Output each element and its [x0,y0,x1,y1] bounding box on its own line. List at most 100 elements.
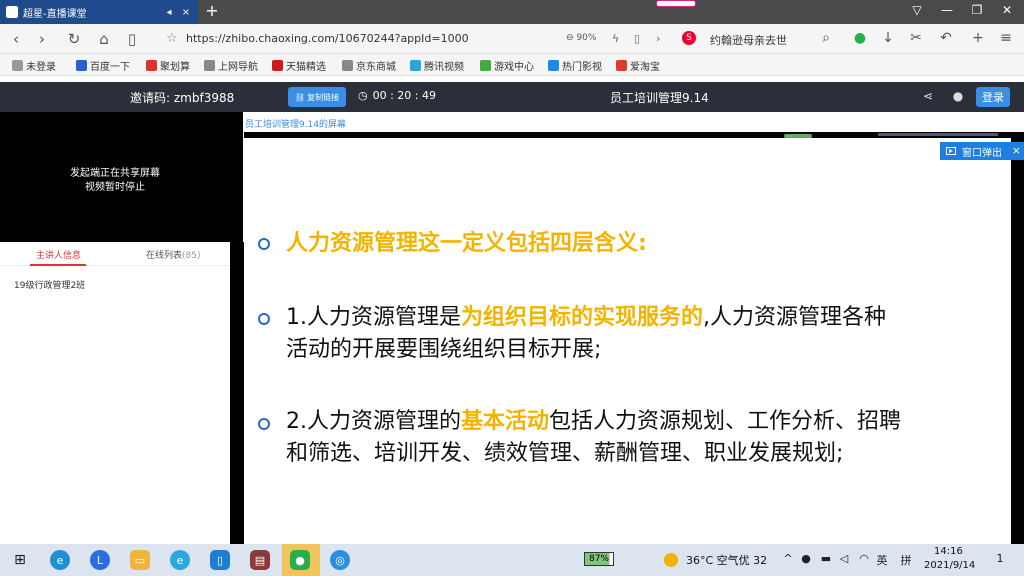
bookmark-item[interactable]: 上网导航 [204,58,258,73]
bullet-icon [258,418,270,430]
bookmark-icon [12,60,23,71]
mute-icon[interactable]: ◂ [163,7,175,18]
search-engine-icon[interactable]: S [682,31,696,45]
zoom-level[interactable]: ⊖ 90% [566,33,596,43]
bookmark-item[interactable]: 聚划算 [146,58,190,73]
slide-line: 人力资源管理这一定义包括四层含义: [286,228,647,260]
login-button[interactable]: 登录 [976,87,1010,107]
slide-text: 2.人力资源管理的 [286,409,461,434]
volume-icon[interactable]: ◁ [836,552,852,565]
video-status-line2: 视频暂时停止 [85,182,145,193]
bookmark-item[interactable]: 百度一下 [76,58,130,73]
drag-handle[interactable] [656,0,696,7]
add-icon[interactable]: + [968,30,988,46]
clock-time[interactable]: 14:16 [934,546,963,557]
ie-icon[interactable]: e [170,550,190,570]
search-icon[interactable]: ⌕ [816,30,836,46]
notification-icon[interactable]: 1 [992,552,1008,566]
slide-decoration [784,134,812,138]
weather-text[interactable]: 36°C 空气优 32 [686,552,767,568]
link-icon: ⛓ [294,92,306,102]
language-indicator[interactable]: 英 [874,552,890,568]
bookmark-item[interactable]: 未登录 [12,58,56,73]
bookmark-item[interactable]: 热门影视 [548,58,602,73]
winrar-icon[interactable]: ▤ [250,550,270,570]
scissors-icon[interactable]: ✂ [906,30,926,46]
close-tab-icon[interactable]: × [180,7,192,18]
copy-link-label: 复制链接 [307,92,340,102]
file-explorer-icon[interactable]: ▭ [130,550,150,570]
bookmark-item[interactable]: 京东商城 [342,58,396,73]
close-icon[interactable]: × [1012,144,1021,157]
clock-date[interactable]: 2021/9/14 [924,560,975,571]
bookmark-icon [342,60,353,71]
bookmark-icon [204,60,215,71]
bookmark-label: 百度一下 [90,62,130,73]
wifi-icon[interactable]: ◠ [856,552,872,565]
tab-host-info[interactable]: 主讲人信息 [36,248,81,261]
highlight-text: 人力资源管理这一定义包括四层含义: [286,231,647,256]
shirt-skin-icon[interactable]: ▽ [904,3,930,17]
minimize-icon[interactable]: — [934,3,960,17]
close-window-icon[interactable]: ✕ [994,3,1020,17]
bookmark-item[interactable]: 爱淘宝 [616,58,660,73]
qq-icon[interactable]: ● [798,552,814,565]
url-field[interactable]: https://zhibo.chaoxing.com/10670244?appI… [186,32,469,45]
video-area: 发起端正在共享屏幕 视频暂时停止 [0,112,243,242]
forward-icon[interactable]: › [32,30,52,48]
bookmark-icon [480,60,491,71]
search-input[interactable]: 约翰逊母亲去世 [710,32,787,48]
timer-value: 00 : 20 : 49 [372,89,436,102]
split-icon[interactable]: ▯ [634,32,640,45]
wechat-icon[interactable]: ● [850,30,870,46]
bookmark-label: 游戏中心 [494,62,534,73]
windows-start-icon[interactable]: ⊞ [10,550,30,570]
restore-icon[interactable]: ❐ [964,3,990,17]
bookmark-label: 天猫精选 [286,62,326,73]
reload-icon[interactable]: ↻ [64,30,84,48]
highlight-text: 为组织目标的实现服务的 [461,305,704,330]
chevron-right-icon[interactable]: › [656,32,660,45]
chevron-up-icon[interactable]: ^ [780,552,796,565]
bookmarks-bar: 未登录 百度一下 聚划算 上网导航 天猫精选 京东商城 腾讯视频 游戏中心 热门… [0,54,1024,76]
tablet-app-icon[interactable]: ▯ [210,550,230,570]
bookmark-item[interactable]: 腾讯视频 [410,58,464,73]
app-l-icon[interactable]: L [90,550,110,570]
reader-icon[interactable]: ▯ [122,30,142,48]
new-tab-button[interactable]: + [204,1,220,20]
browser-tab-active[interactable]: 超星-直播课堂 ◂ × [0,0,198,24]
home-icon[interactable]: ⌂ [94,30,114,48]
slide-line: 1.人力资源管理是为组织目标的实现服务的,人力资源管理各种 [286,302,886,334]
battery-tray-icon[interactable]: ▬ [818,552,834,565]
app-root: 超星-直播课堂 ◂ × + ▽ — ❐ ✕ ‹ › ↻ ⌂ ▯ ☆ https:… [0,0,1024,576]
share-icon[interactable]: ⋖ [920,89,936,103]
bookmark-label: 未登录 [26,62,56,73]
bookmark-star-icon[interactable]: ☆ [166,31,178,46]
bookmark-item[interactable]: 游戏中心 [480,58,534,73]
chat-icon[interactable]: ● [950,89,966,103]
taskbar: ⊞ e L ▭ e ▯ ▤ ● ◎ 87% 36°C 空气优 32 ^ ● ▬ … [0,544,1024,576]
tab-online-label: 在线列表 [146,251,183,261]
bookmark-label: 爱淘宝 [630,62,660,73]
download-icon[interactable]: ↓ [878,30,898,46]
edge-icon[interactable]: e [50,550,70,570]
popout-window-button[interactable]: 窗口弹出 × [940,142,1024,160]
screen-label: 员工培训管理9.14的屏幕 [244,112,1024,132]
wechat-taskbar-icon[interactable]: ● [290,550,310,570]
bookmark-item[interactable]: 天猫精选 [272,58,326,73]
online-count: (85) [182,251,201,261]
slide-line: 2.人力资源管理的基本活动包括人力资源规划、工作分析、招聘 [286,406,901,438]
bookmark-label: 上网导航 [218,62,258,73]
flash-icon[interactable]: ϟ [612,32,619,45]
copy-link-button[interactable]: ⛓ 复制链接 [288,87,346,107]
undo-icon[interactable]: ↶ [936,30,956,46]
tab-online-list[interactable]: 在线列表(85) [146,248,201,261]
invite-code: 邀请码: zmbf3988 [130,91,235,105]
slide-line: 和筛选、培训开发、绩效管理、薪酬管理、职业发展规划; [286,441,844,466]
menu-icon[interactable]: ≡ [996,30,1016,46]
active-tab-indicator [30,264,86,266]
slide-text: 包括人力资源规划、工作分析、招聘 [549,409,902,434]
live-app-icon[interactable]: ◎ [330,550,350,570]
ime-indicator[interactable]: 拼 [898,552,914,568]
back-icon[interactable]: ‹ [6,30,26,48]
